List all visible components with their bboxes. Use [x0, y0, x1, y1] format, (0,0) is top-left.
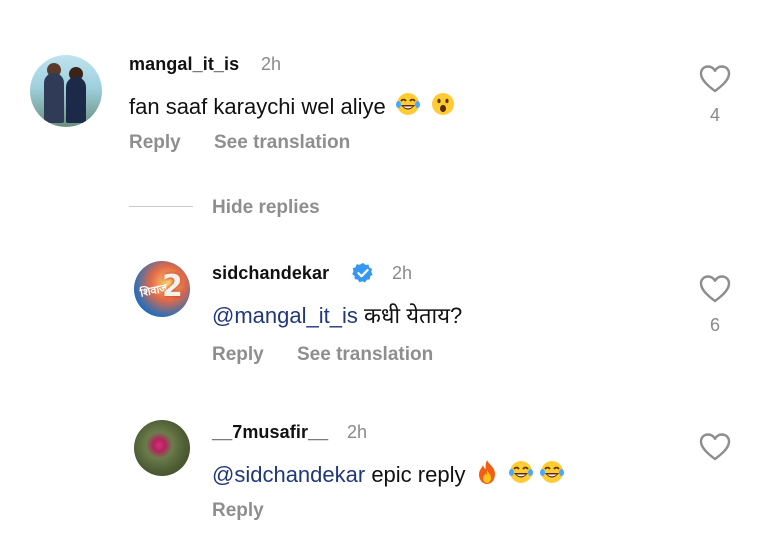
like-count: 6	[709, 315, 720, 335]
like-count: 4	[709, 105, 720, 125]
comment-username[interactable]: __7musafir__	[212, 422, 328, 443]
comment-timestamp: 2h	[261, 54, 282, 74]
hide-replies-button[interactable]: Hide replies	[212, 197, 320, 219]
comment-text: @sidchandekar epic reply	[212, 459, 565, 488]
comment-body: fan saaf karaychi wel aliye	[129, 94, 386, 119]
surprised-face-emoji	[432, 93, 455, 115]
comment-text: @mangal_it_is कधी येताय?	[212, 300, 462, 330]
comment-username[interactable]: sidchandekar	[212, 263, 329, 284]
heart-icon[interactable]	[699, 274, 731, 304]
reply-button[interactable]: Reply	[129, 132, 181, 154]
avatar[interactable]	[134, 420, 190, 476]
see-translation-button[interactable]: See translation	[214, 132, 350, 154]
laughing-tears-emoji	[508, 461, 533, 483]
avatar[interactable]: शिवाज 2	[134, 261, 190, 317]
mention-link[interactable]: @mangal_it_is	[212, 303, 358, 328]
laughing-tears-emoji	[395, 93, 420, 115]
mention-link[interactable]: @sidchandekar	[212, 462, 365, 487]
comment-body: epic reply	[365, 462, 466, 487]
avatar[interactable]	[30, 55, 102, 127]
heart-icon[interactable]	[699, 64, 731, 94]
comment-text: fan saaf karaychi wel aliye	[129, 91, 456, 120]
verified-badge-icon	[352, 262, 373, 283]
comment-timestamp: 2h	[392, 263, 413, 283]
fire-emoji	[478, 460, 495, 484]
comment-body: कधी येताय?	[357, 303, 463, 328]
reply-button[interactable]: Reply	[212, 500, 264, 522]
comment-username[interactable]: mangal_it_is	[129, 54, 239, 75]
see-translation-button[interactable]: See translation	[297, 344, 433, 366]
laughing-tears-emoji	[539, 461, 564, 483]
comment-timestamp: 2h	[347, 422, 368, 442]
reply-button[interactable]: Reply	[212, 344, 264, 366]
heart-icon[interactable]	[699, 432, 731, 462]
divider	[129, 206, 193, 207]
